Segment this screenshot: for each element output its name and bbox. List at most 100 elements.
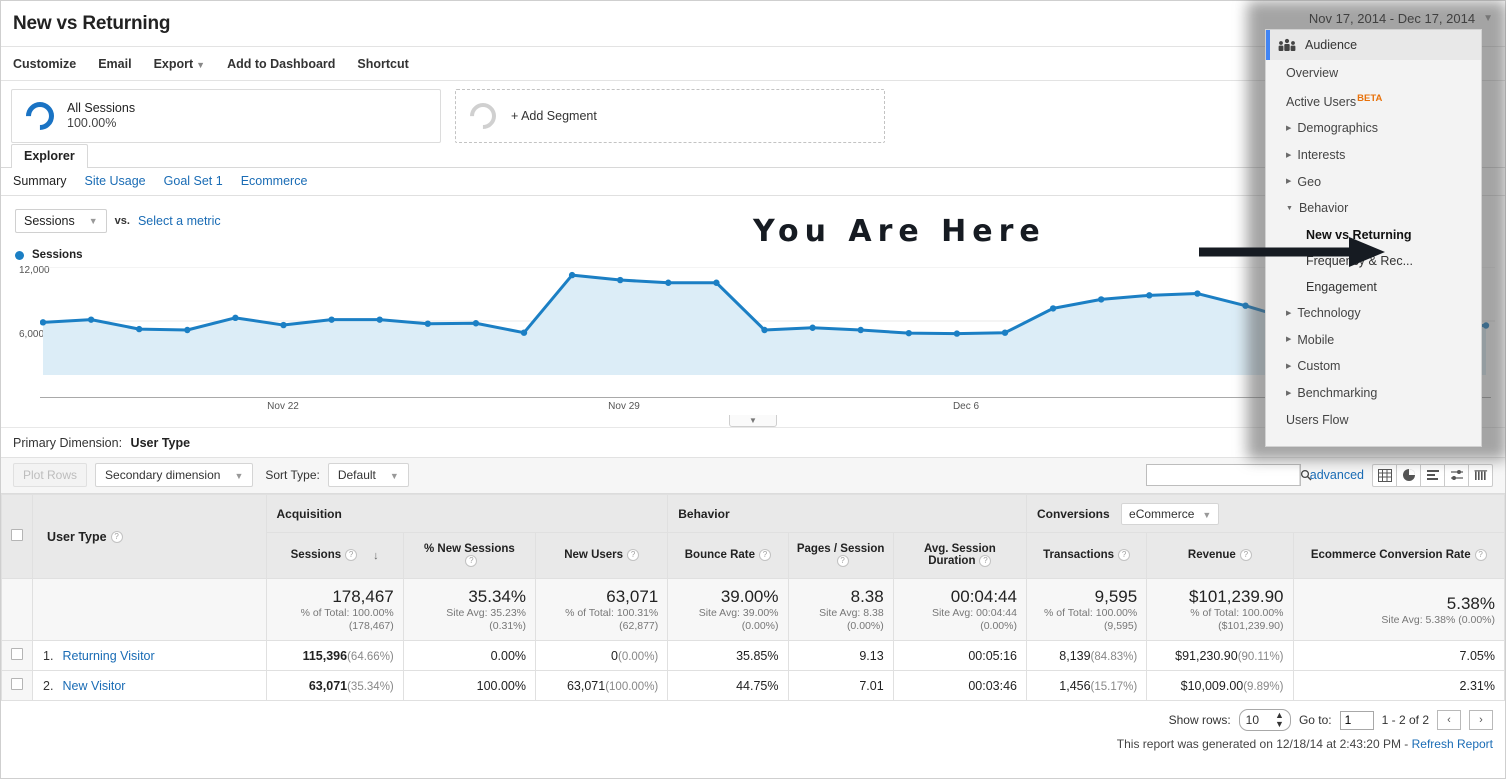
- metric-percent: (0.00%): [617, 650, 659, 663]
- col-new-users[interactable]: New Users?: [535, 532, 669, 579]
- menu-item-active-users[interactable]: Active UsersBETA: [1266, 86, 1481, 115]
- help-icon[interactable]: ?: [759, 549, 772, 562]
- add-segment-button[interactable]: + Add Segment: [455, 89, 885, 143]
- menu-item-users-flow[interactable]: Users Flow: [1266, 407, 1481, 433]
- help-icon[interactable]: ?: [1118, 549, 1131, 562]
- col-new-sessions-pct[interactable]: % New Sessions?: [402, 532, 537, 579]
- dimension-header-cell[interactable]: User Type?: [32, 494, 267, 579]
- metric-value: 7.01: [859, 678, 884, 693]
- totals-subtext: Site Avg: 8.38: [819, 607, 884, 619]
- col-revenue[interactable]: Revenue?: [1146, 532, 1294, 579]
- show-rows-value: 10: [1245, 713, 1260, 727]
- menu-item-overview[interactable]: Overview: [1266, 60, 1481, 86]
- export-button[interactable]: Export ▼: [154, 57, 206, 71]
- row-metric-cell: 2.31%: [1292, 670, 1505, 701]
- menu-item-label: Active Users: [1286, 95, 1357, 110]
- bar-view-icon[interactable]: [1420, 463, 1445, 487]
- secondary-dimension-select[interactable]: Secondary dimension ▼: [95, 463, 254, 487]
- plot-rows-button[interactable]: Plot Rows: [13, 463, 88, 487]
- menu-item-geo[interactable]: ▶ Geo: [1266, 169, 1481, 196]
- row-checkbox-cell[interactable]: [0, 670, 34, 701]
- add-to-dashboard-button[interactable]: Add to Dashboard: [227, 57, 335, 71]
- advanced-link[interactable]: advanced: [1310, 468, 1364, 482]
- subtab-goal-set-1[interactable]: Goal Set 1: [164, 174, 223, 188]
- help-icon[interactable]: ?: [627, 549, 640, 562]
- help-icon[interactable]: ?: [110, 531, 123, 544]
- menu-header-audience[interactable]: Audience: [1266, 30, 1481, 60]
- row-checkbox[interactable]: [11, 678, 24, 690]
- menu-item-label: Behavior: [1298, 201, 1349, 216]
- pie-view-icon[interactable]: [1396, 463, 1421, 487]
- sort-type-select[interactable]: Default ▼: [327, 463, 409, 487]
- menu-item-mobile[interactable]: ▶ Mobile: [1266, 327, 1481, 354]
- row-checkbox-cell[interactable]: [0, 640, 34, 671]
- table-search[interactable]: [1145, 464, 1312, 486]
- row-dimension-link[interactable]: Returning Visitor: [62, 649, 154, 663]
- row-dimension-link[interactable]: New Visitor: [62, 679, 125, 693]
- help-icon[interactable]: ?: [1239, 549, 1252, 562]
- triangle-down-icon: ▼: [1286, 204, 1293, 212]
- row-metric-cell: 44.75%: [667, 670, 789, 701]
- table-right-controls: advanced: [1145, 463, 1493, 487]
- pagination-range: 1 - 2 of 2: [1381, 713, 1429, 727]
- view-type-group: [1372, 463, 1493, 487]
- menu-item-engagement[interactable]: Engagement: [1266, 274, 1481, 300]
- col-avg-session-duration[interactable]: Avg. Session Duration?: [892, 532, 1027, 579]
- legend-label: Sessions: [32, 249, 83, 261]
- prev-page-button[interactable]: ‹: [1437, 710, 1461, 730]
- totals-subtext2: (0.00%): [741, 620, 779, 632]
- select-all-checkbox[interactable]: [11, 529, 24, 541]
- refresh-report-link[interactable]: Refresh Report: [1412, 737, 1493, 751]
- select-all-cell[interactable]: [0, 494, 34, 579]
- pivot-view-icon[interactable]: [1468, 463, 1493, 487]
- chart-collapse-handle[interactable]: ▼: [729, 415, 777, 427]
- table-view-icon[interactable]: [1372, 463, 1397, 487]
- conversions-goal-select[interactable]: eCommerce ▼: [1121, 502, 1220, 525]
- menu-item-demographics[interactable]: ▶ Demographics: [1266, 115, 1481, 142]
- row-metric-cell: $91,230.90(90.11%): [1146, 640, 1294, 671]
- help-icon[interactable]: ?: [345, 549, 358, 562]
- customize-label: Customize: [13, 56, 77, 71]
- comparison-view-icon[interactable]: [1444, 463, 1469, 487]
- goto-input[interactable]: [1339, 710, 1374, 730]
- menu-item-technology[interactable]: ▶ Technology: [1266, 300, 1481, 327]
- col-new-users-label: New Users: [564, 549, 624, 562]
- table-body: 178,467% of Total: 100.00% (178,467) 35.34…: [0, 578, 1505, 701]
- subtab-site-usage[interactable]: Site Usage: [84, 174, 145, 188]
- help-icon[interactable]: ?: [979, 555, 992, 568]
- col-transactions[interactable]: Transactions?: [1025, 532, 1148, 579]
- totals-cell: 178,467% of Total: 100.00% (178,467): [265, 578, 404, 641]
- metric-select[interactable]: Sessions ▼: [15, 209, 107, 233]
- subtab-ecommerce[interactable]: Ecommerce: [241, 174, 308, 188]
- shortcut-button[interactable]: Shortcut: [357, 57, 408, 71]
- sort-type-label: Sort Type:: [265, 468, 320, 482]
- tab-explorer[interactable]: Explorer: [11, 144, 88, 168]
- segment-all-sessions[interactable]: All Sessions 100.00%: [11, 89, 441, 143]
- row-checkbox[interactable]: [11, 648, 24, 660]
- metric-value: 1,456: [1059, 678, 1091, 693]
- select-a-metric-link[interactable]: Select a metric: [138, 214, 221, 228]
- subtab-summary[interactable]: Summary: [13, 174, 66, 188]
- primary-dimension-value[interactable]: User Type: [131, 436, 191, 450]
- menu-item-interests[interactable]: ▶ Interests: [1266, 142, 1481, 169]
- help-icon[interactable]: ?: [836, 555, 849, 568]
- col-sessions[interactable]: Sessions? ↓: [265, 532, 404, 579]
- help-icon[interactable]: ?: [465, 555, 478, 568]
- col-ecommerce-conversion-rate[interactable]: Ecommerce Conversion Rate?: [1292, 532, 1505, 579]
- search-input[interactable]: [1146, 465, 1299, 485]
- metric-value: 00:05:16: [968, 648, 1017, 663]
- help-icon[interactable]: ?: [1474, 549, 1487, 562]
- menu-item-custom[interactable]: ▶ Custom: [1266, 353, 1481, 380]
- menu-item-behavior[interactable]: ▼ Behavior: [1266, 195, 1481, 222]
- col-bounce-rate[interactable]: Bounce Rate?: [667, 532, 789, 579]
- x-axis-tick-0: Nov 22: [267, 401, 299, 412]
- email-button[interactable]: Email: [98, 57, 131, 71]
- next-page-button[interactable]: ›: [1469, 710, 1493, 730]
- menu-item-benchmarking[interactable]: ▶ Benchmarking: [1266, 380, 1481, 407]
- menu-item-label: Benchmarking: [1297, 386, 1378, 401]
- col-pages-per-session[interactable]: Pages / Session?: [787, 532, 894, 579]
- totals-subtext2: (0.31%): [489, 620, 527, 632]
- show-rows-select[interactable]: 10 ▲ ▼: [1238, 709, 1291, 731]
- customize-button[interactable]: Customize: [13, 57, 76, 71]
- metric-percent: (64.66%): [347, 650, 394, 663]
